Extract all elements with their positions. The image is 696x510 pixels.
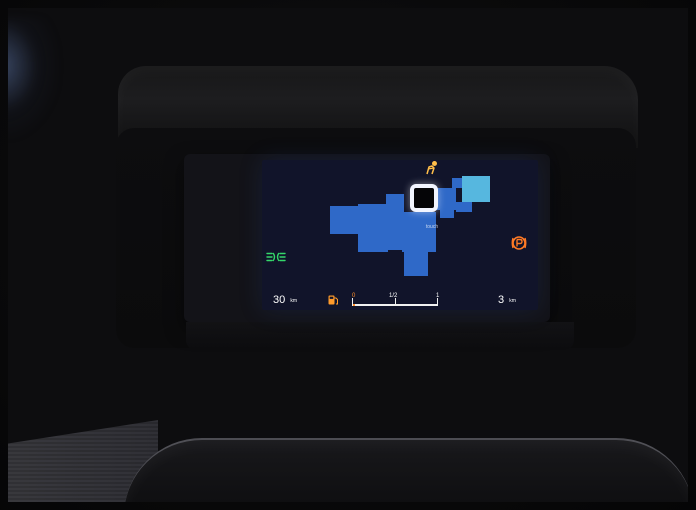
- fuel-mark-full: 1: [436, 293, 440, 299]
- photo-frame: touch 30 km 0 1/2 1 3 km: [8, 8, 688, 502]
- center-selection-frame: [410, 184, 438, 212]
- blue-display-block: [452, 178, 462, 188]
- right-range-readout: 3 km: [498, 294, 516, 308]
- left-range-unit: km: [290, 298, 297, 304]
- blue-display-block: [402, 212, 436, 252]
- blue-display-block: [404, 250, 428, 276]
- right-range-value: 3: [498, 294, 505, 306]
- steering-wheel-area: [124, 430, 688, 502]
- car-dashboard-scene: touch 30 km 0 1/2 1 3 km: [0, 0, 696, 510]
- seat-belt-warning-icon: [426, 161, 437, 175]
- fuel-gauge: 0 1/2 1: [352, 292, 442, 308]
- center-small-label: touch: [425, 224, 439, 230]
- right-range-unit: km: [509, 298, 516, 304]
- instrument-display: touch 30 km 0 1/2 1 3 km: [262, 160, 538, 310]
- blue-display-block: [358, 204, 388, 252]
- parking-brake-icon: [511, 236, 527, 250]
- cyan-display-block: [462, 176, 490, 202]
- blue-display-block: [440, 208, 454, 218]
- fuel-mark-empty: 0: [352, 293, 356, 299]
- fuel-pump-icon: [328, 295, 338, 305]
- blue-display-block: [456, 202, 472, 212]
- ambient-glow: [8, 18, 58, 138]
- fuel-mark-half: 1/2: [389, 293, 398, 299]
- left-range-readout: 30 km: [273, 294, 297, 308]
- steering-wheel-rim: [124, 438, 688, 502]
- screen-lower-lip: [186, 322, 574, 350]
- front-lights-icon: [266, 252, 286, 262]
- left-range-value: 30: [273, 294, 286, 306]
